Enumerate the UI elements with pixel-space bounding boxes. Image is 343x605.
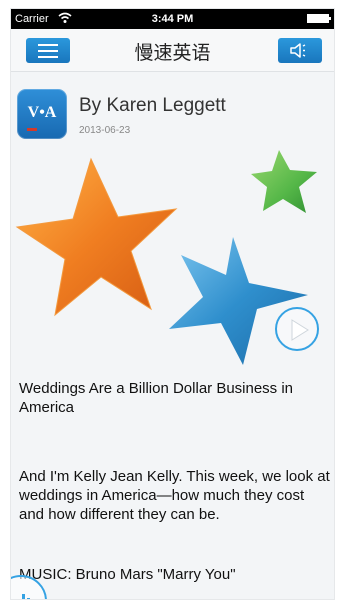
author-name: By Karen Leggett [79, 95, 226, 116]
speaker-icon [290, 43, 306, 58]
article-title: Weddings Are a Billion Dollar Business i… [19, 380, 294, 416]
play-icon [291, 319, 309, 341]
battery-icon [307, 14, 331, 23]
article-paragraph: And I'm Kelly Jean Kelly. This week, we … [19, 468, 330, 523]
navigation-bar: 慢速英语 [11, 29, 334, 72]
article-paragraph: MUSIC: Bruno Mars "Marry You" [19, 566, 236, 583]
status-bar: Carrier 3:44 PM [11, 9, 334, 29]
voa-logo: V•A [17, 89, 67, 139]
status-time: 3:44 PM [151, 13, 194, 25]
phone-screen: Carrier 3:44 PM 慢速英语 V•A By Karen Legget… [10, 8, 335, 600]
play-button[interactable] [275, 307, 319, 351]
publish-date: 2013-06-23 [79, 125, 131, 136]
voa-logo-text: V•A [27, 104, 57, 121]
green-star-icon [251, 150, 317, 213]
article-header: V•A By Karen Leggett 2013-06-23 [17, 81, 327, 139]
orange-star-icon [15, 157, 178, 317]
sound-button[interactable] [278, 38, 322, 63]
equalizer-icon [17, 592, 37, 599]
